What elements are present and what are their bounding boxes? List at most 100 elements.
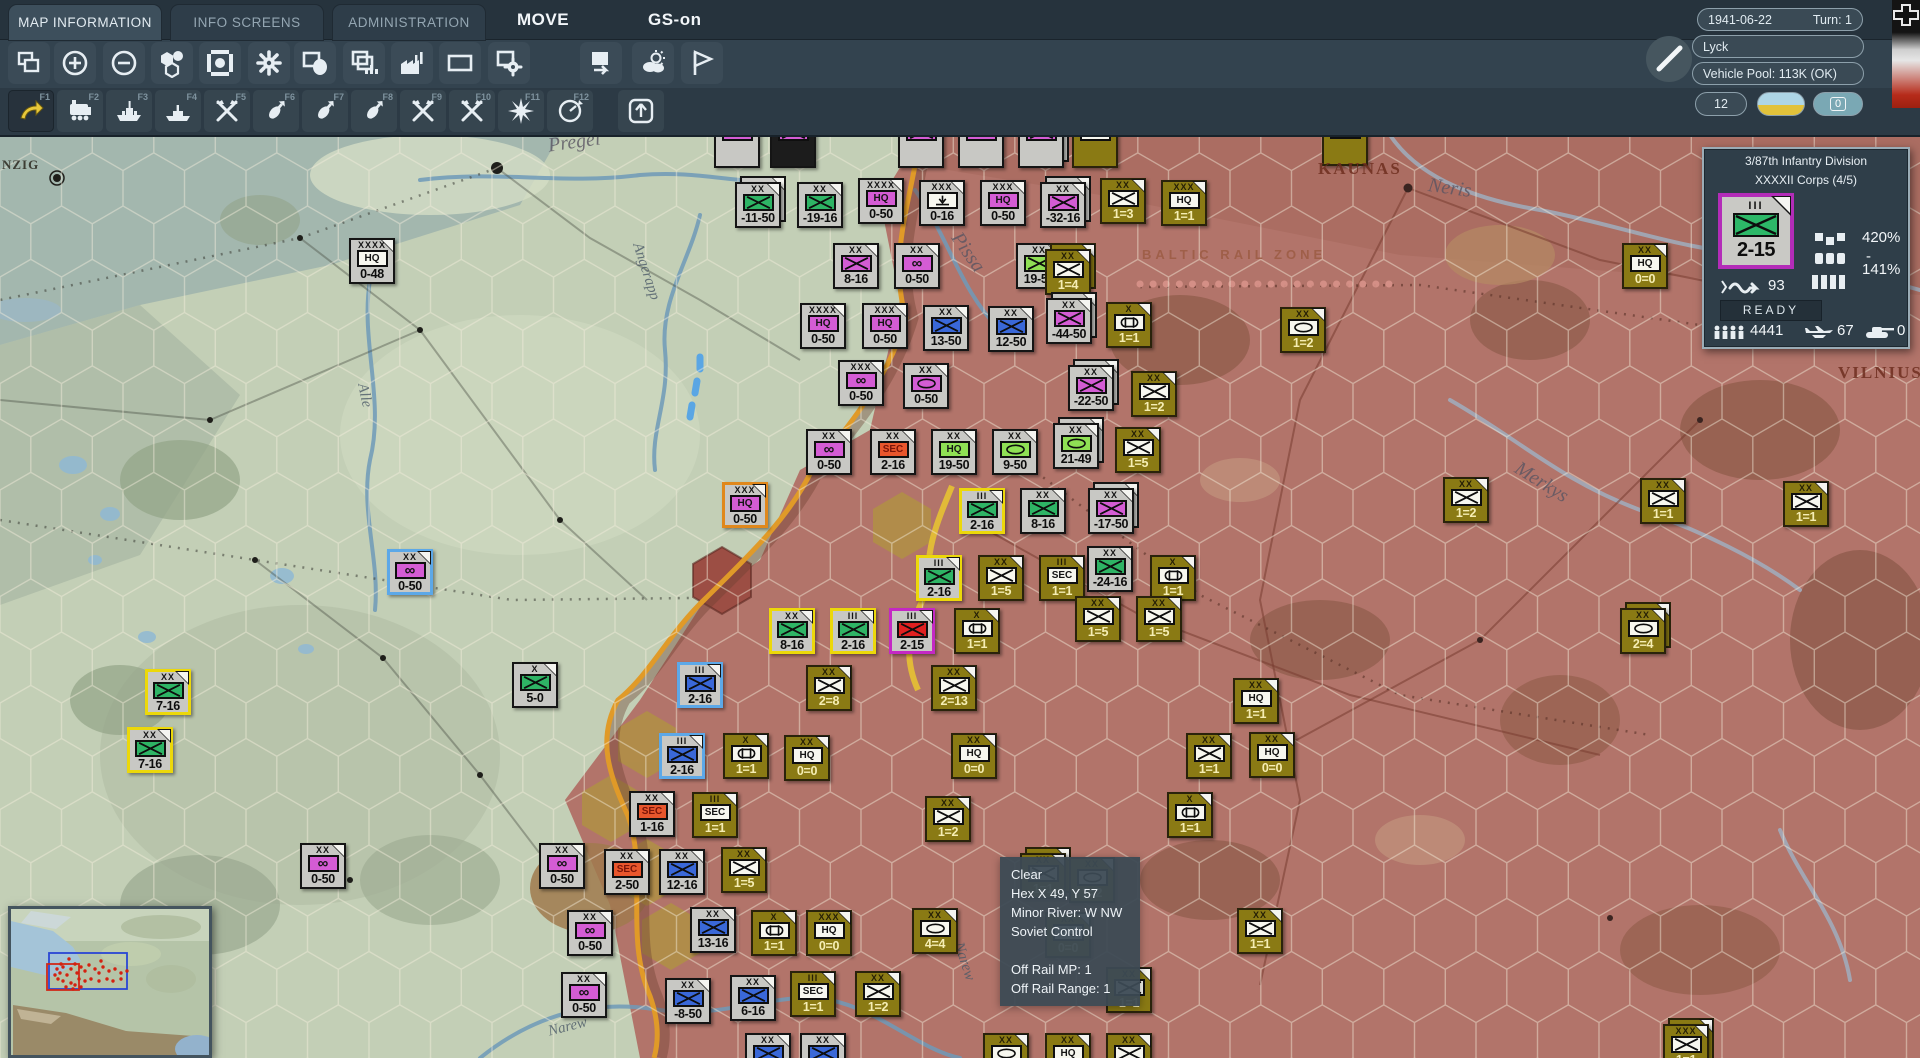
unit-counter[interactable] <box>1018 135 1064 168</box>
unit-counter[interactable]: III SEC 1=1 <box>692 792 738 838</box>
unit-counter[interactable]: XX HQ 0=0 <box>951 733 997 779</box>
unit-counter[interactable]: XX HQ 1=1 <box>1233 678 1279 724</box>
unit-counter[interactable]: III 2-16 <box>677 662 723 708</box>
unit-counter[interactable] <box>1322 135 1368 166</box>
unit-counter[interactable]: XX 1=3 <box>1100 178 1146 224</box>
mode-f3-warship-button[interactable]: F3 <box>106 90 152 132</box>
unit-counter[interactable]: XXX 0-16 <box>919 180 965 226</box>
unit-counter[interactable]: XXX 1=1 <box>1663 1024 1709 1058</box>
flag-button[interactable] <box>681 42 723 84</box>
factory-button[interactable] <box>391 42 433 84</box>
mode-f11-explosion-button[interactable]: F11 <box>498 90 544 132</box>
unit-counter[interactable]: XX -44-50 <box>1046 298 1092 344</box>
unit-counter[interactable]: XX 1=4 <box>1045 249 1091 295</box>
scroll-up-button[interactable] <box>618 90 664 132</box>
unit-counter[interactable]: XX 1=1 <box>1106 1033 1152 1058</box>
unit-counter[interactable]: XX 7-16 <box>145 669 191 715</box>
unit-counter[interactable]: XXX HQ 0=0 <box>806 910 852 956</box>
unit-counter[interactable]: XX SEC 2-50 <box>604 849 650 895</box>
unit-counter[interactable]: III 2-16 <box>959 488 1005 534</box>
edit-pencil-button[interactable] <box>1646 36 1692 82</box>
unit-counter[interactable]: X 1=1 <box>1150 555 1196 601</box>
unit-counter[interactable]: XX ∞ 0-50 <box>300 843 346 889</box>
minimap[interactable] <box>8 906 212 1058</box>
unit-counter[interactable]: XX 8-16 <box>769 608 815 654</box>
unit-counter[interactable]: XX -8-50 <box>665 978 711 1024</box>
unit-counter[interactable]: XX ∞ 0-50 <box>387 549 433 595</box>
unit-counter[interactable]: XX 1=1 <box>1640 478 1686 524</box>
unit-counter[interactable]: XX ∞ 0-50 <box>567 910 613 956</box>
unit-counter[interactable]: XX 1=2 <box>1280 307 1326 353</box>
unit-counter[interactable]: XX HQ 0=0 <box>784 735 830 781</box>
unit-counter[interactable]: XX HQ 19-50 <box>931 429 977 475</box>
unit-counter[interactable]: XX 1=1 <box>983 1033 1029 1058</box>
counter-gear-button[interactable] <box>488 42 530 84</box>
unit-counter[interactable]: XX 1=2 <box>855 971 901 1017</box>
mode-f9-air-swords-button[interactable]: F9 <box>400 90 446 132</box>
mode-f12-clock-button[interactable]: F12 <box>547 90 593 132</box>
unit-counter[interactable]: XX -11-50 <box>735 182 781 228</box>
hex-map[interactable]: NZIGPregelAngerappAllePissaKAUNASNerisBA… <box>0 135 1920 1058</box>
unit-counter[interactable]: XXX ∞ 0-50 <box>838 360 884 406</box>
unit-counter[interactable]: XXX HQ 0-50 <box>862 303 908 349</box>
unit-counter[interactable]: SEC <box>1072 135 1118 168</box>
unit-counter[interactable]: XX 2=8 <box>806 665 852 711</box>
tab-info-screens[interactable]: INFO SCREENS <box>170 4 324 41</box>
hexes-button[interactable] <box>151 42 193 84</box>
unit-counter[interactable]: XX 1=2 <box>1443 477 1489 523</box>
unit-counter[interactable]: XX 8-16 <box>833 243 879 289</box>
unit-counter[interactable]: XX -19-16 <box>797 182 843 228</box>
mode-f5-air-swords-button[interactable]: F5 <box>204 90 250 132</box>
unit-counter[interactable]: XX SEC 2-16 <box>870 429 916 475</box>
unit-counter[interactable]: X 1=1 <box>1106 302 1152 348</box>
unit-counter[interactable]: XX 7-16 <box>127 727 173 773</box>
unit-counter[interactable]: X 5-0 <box>512 662 558 708</box>
weather-button[interactable] <box>632 42 674 84</box>
unit-counter[interactable]: XX -24-16 <box>1087 546 1133 592</box>
rectangle-button[interactable] <box>439 42 481 84</box>
mode-f8-bomb-button[interactable]: F8 <box>351 90 397 132</box>
unit-counter[interactable]: III SEC 1=1 <box>1039 555 1085 601</box>
unit-counter[interactable]: XX 12-50 <box>988 306 1034 352</box>
unit-counter[interactable]: XX 21-49 <box>1053 423 1099 469</box>
zoom-out-button[interactable] <box>103 42 145 84</box>
mode-f2-train-button[interactable]: F2 <box>57 90 103 132</box>
unit-counter[interactable]: III 2-16 <box>659 733 705 779</box>
unit-counter[interactable]: XX -17-50 <box>1088 488 1134 534</box>
unit-counter[interactable]: XX 1=1 <box>1237 908 1283 954</box>
unit-counter[interactable]: XX 8-16 <box>1020 488 1066 534</box>
unit-counter[interactable]: XX HQ 0=0 <box>1622 243 1668 289</box>
unit-counter[interactable]: XX 1=5 <box>1136 596 1182 642</box>
menu-move[interactable]: MOVE <box>517 0 569 39</box>
unit-counter[interactable] <box>898 135 944 168</box>
unit-counter[interactable]: XX ∞ 0-50 <box>561 972 607 1018</box>
unit-counter[interactable]: XXX HQ 1=1 <box>1161 180 1207 226</box>
unit-counter[interactable]: XXXX HQ 0-48 <box>349 238 395 284</box>
unit-counter[interactable]: X 1=1 <box>723 733 769 779</box>
unit-counter[interactable]: XXXX HQ 0-50 <box>858 178 904 224</box>
mode-f7-bomb-button[interactable]: F7 <box>302 90 348 132</box>
unit-counter[interactable]: XX HQ 0=0 <box>1249 732 1295 778</box>
unit-counter[interactable]: XX -22-50 <box>1068 365 1114 411</box>
unit-counter[interactable]: XX 1=5 <box>1075 596 1121 642</box>
unit-counter[interactable]: XX ∞ 0-50 <box>806 429 852 475</box>
unit-counter[interactable]: XX 6-16 <box>800 1033 846 1058</box>
unit-counter[interactable]: XX 12-16 <box>659 849 705 895</box>
unit-counter[interactable] <box>770 135 816 168</box>
unit-counter[interactable]: XX ∞ 0-50 <box>894 243 940 289</box>
unit-counter[interactable]: XXXX HQ 0-50 <box>800 303 846 349</box>
jump-button[interactable] <box>580 42 622 84</box>
selected-unit-counter[interactable]: III 2-15 <box>1718 193 1794 269</box>
mode-f1-move-arrow-button[interactable]: F1 <box>8 90 54 132</box>
unit-counter[interactable]: III SEC 1=1 <box>790 971 836 1017</box>
unit-counter[interactable]: XX 0-50 <box>903 363 949 409</box>
unit-counter[interactable]: XX 1=5 <box>1115 427 1161 473</box>
mode-f4-warship-small-button[interactable]: F4 <box>155 90 201 132</box>
unit-counter[interactable]: HQ <box>714 135 760 168</box>
counter-ring-button[interactable] <box>199 42 241 84</box>
unit-counter[interactable]: XX 1=5 <box>978 555 1024 601</box>
unit-counter[interactable]: XX 1=1 <box>1783 481 1829 527</box>
windows-button[interactable] <box>8 42 50 84</box>
unit-counter[interactable]: XX 2=4 <box>1620 608 1666 654</box>
unit-counter[interactable]: XX 1=5 <box>721 847 767 893</box>
